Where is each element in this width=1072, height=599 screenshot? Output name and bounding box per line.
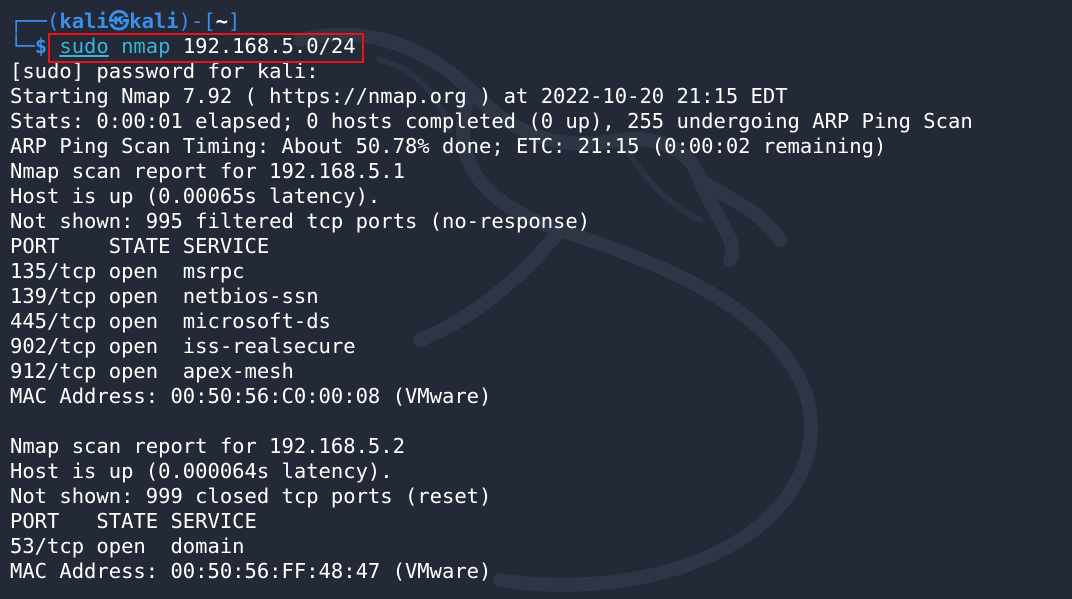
prompt-user: kali	[59, 9, 109, 33]
output-line: Host is up (0.000064s latency).	[10, 459, 393, 483]
output-line: ARP Ping Scan Timing: About 50.78% done;…	[10, 134, 887, 158]
output-line: 445/tcp open microsoft-ds	[10, 309, 331, 333]
output-line: Nmap scan report for 192.168.5.1	[10, 159, 405, 183]
output-line: PORT STATE SERVICE	[10, 509, 257, 533]
terminal-window[interactable]: ┌──(kali㉿kali)-[~] └─$ sudo nmap 192.168…	[0, 0, 1072, 599]
output-line: MAC Address: 00:50:56:FF:48:47 (VMware)	[10, 559, 492, 583]
output-line: Host is up (0.00065s latency).	[10, 184, 381, 208]
output-line: 135/tcp open msrpc	[10, 259, 245, 283]
prompt-dollar: $	[34, 34, 48, 58]
prompt-at-icon: ㉿	[108, 9, 130, 33]
command-nmap: nmap	[121, 34, 171, 58]
output-line: PORT STATE SERVICE	[10, 234, 270, 258]
prompt-corner-bottom: └─	[10, 34, 35, 58]
prompt-line-command[interactable]: └─$ sudo nmap 192.168.5.0/24	[10, 34, 1072, 59]
output-line: Nmap scan report for 192.168.5.2	[10, 434, 405, 458]
output-line: 912/tcp open apex-mesh	[10, 359, 294, 383]
prompt-cwd: ~	[215, 9, 228, 33]
output-line: Not shown: 995 filtered tcp ports (no-re…	[10, 209, 591, 233]
output-line: 53/tcp open domain	[10, 534, 245, 558]
terminal-output: ┌──(kali㉿kali)-[~] └─$ sudo nmap 192.168…	[10, 9, 1072, 584]
prompt-line-top: ┌──(kali㉿kali)-[~]	[10, 9, 1072, 34]
prompt-close-bracket: ]	[228, 9, 241, 33]
output-line: 902/tcp open iss-realsecure	[10, 334, 356, 358]
output-line: 139/tcp open netbios-ssn	[10, 284, 319, 308]
prompt-corner-top: ┌──(	[10, 9, 60, 33]
output-line: Starting Nmap 7.92 ( https://nmap.org ) …	[10, 84, 788, 108]
output-line: [sudo] password for kali:	[10, 59, 319, 83]
command-sudo: sudo	[59, 34, 109, 58]
output-line: Stats: 0:00:01 elapsed; 0 hosts complete…	[10, 109, 973, 133]
output-line: MAC Address: 00:50:56:C0:00:08 (VMware)	[10, 384, 492, 408]
prompt-host: kali	[129, 9, 179, 33]
output-line: Not shown: 999 closed tcp ports (reset)	[10, 484, 492, 508]
prompt-separator: )-[	[178, 9, 216, 33]
command-argument: 192.168.5.0/24	[182, 34, 356, 58]
